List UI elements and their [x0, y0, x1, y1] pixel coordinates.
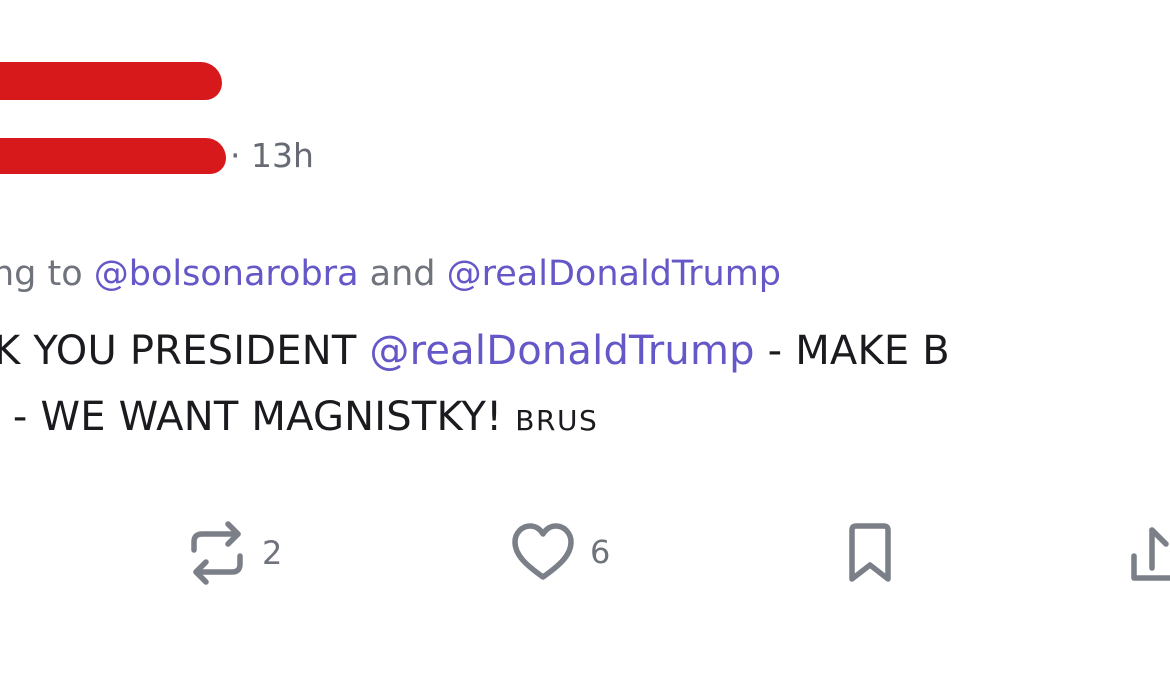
repost-button[interactable]: 2: [186, 520, 282, 586]
share-icon: [1130, 522, 1170, 584]
post-text-end: - MAKE B: [754, 328, 950, 374]
like-button[interactable]: 6: [510, 522, 610, 582]
bookmark-button[interactable]: [846, 522, 894, 584]
share-button[interactable]: [1130, 522, 1170, 584]
post-text-start: K YOU PRESIDENT: [0, 328, 370, 374]
replying-to-line: ng to @bolsonarobra and @realDonaldTrump: [0, 254, 781, 294]
post-text-line: K YOU PRESIDENT @realDonaldTrump - MAKE …: [0, 328, 950, 374]
mention-link[interactable]: @bolsonarobra: [94, 254, 359, 294]
redacted-handle: [0, 138, 226, 174]
like-count: 6: [590, 533, 611, 571]
post-text: I - WE WANT MAGNISTKY!: [0, 394, 516, 440]
redacted-display-name: [0, 62, 222, 100]
post-tag-text: BRUS: [515, 404, 599, 437]
post-text-line: I - WE WANT MAGNISTKY! BRUS: [0, 394, 598, 440]
replying-and: and: [358, 254, 447, 294]
repost-count: 2: [262, 534, 283, 572]
bookmark-icon: [846, 522, 894, 584]
mention-link[interactable]: @realDonaldTrump: [369, 328, 754, 374]
post-timestamp[interactable]: · 13h: [230, 136, 314, 175]
heart-icon: [510, 522, 576, 582]
replying-prefix: ng to: [0, 254, 94, 294]
mention-link[interactable]: @realDonaldTrump: [447, 254, 781, 294]
repost-icon: [186, 520, 248, 586]
